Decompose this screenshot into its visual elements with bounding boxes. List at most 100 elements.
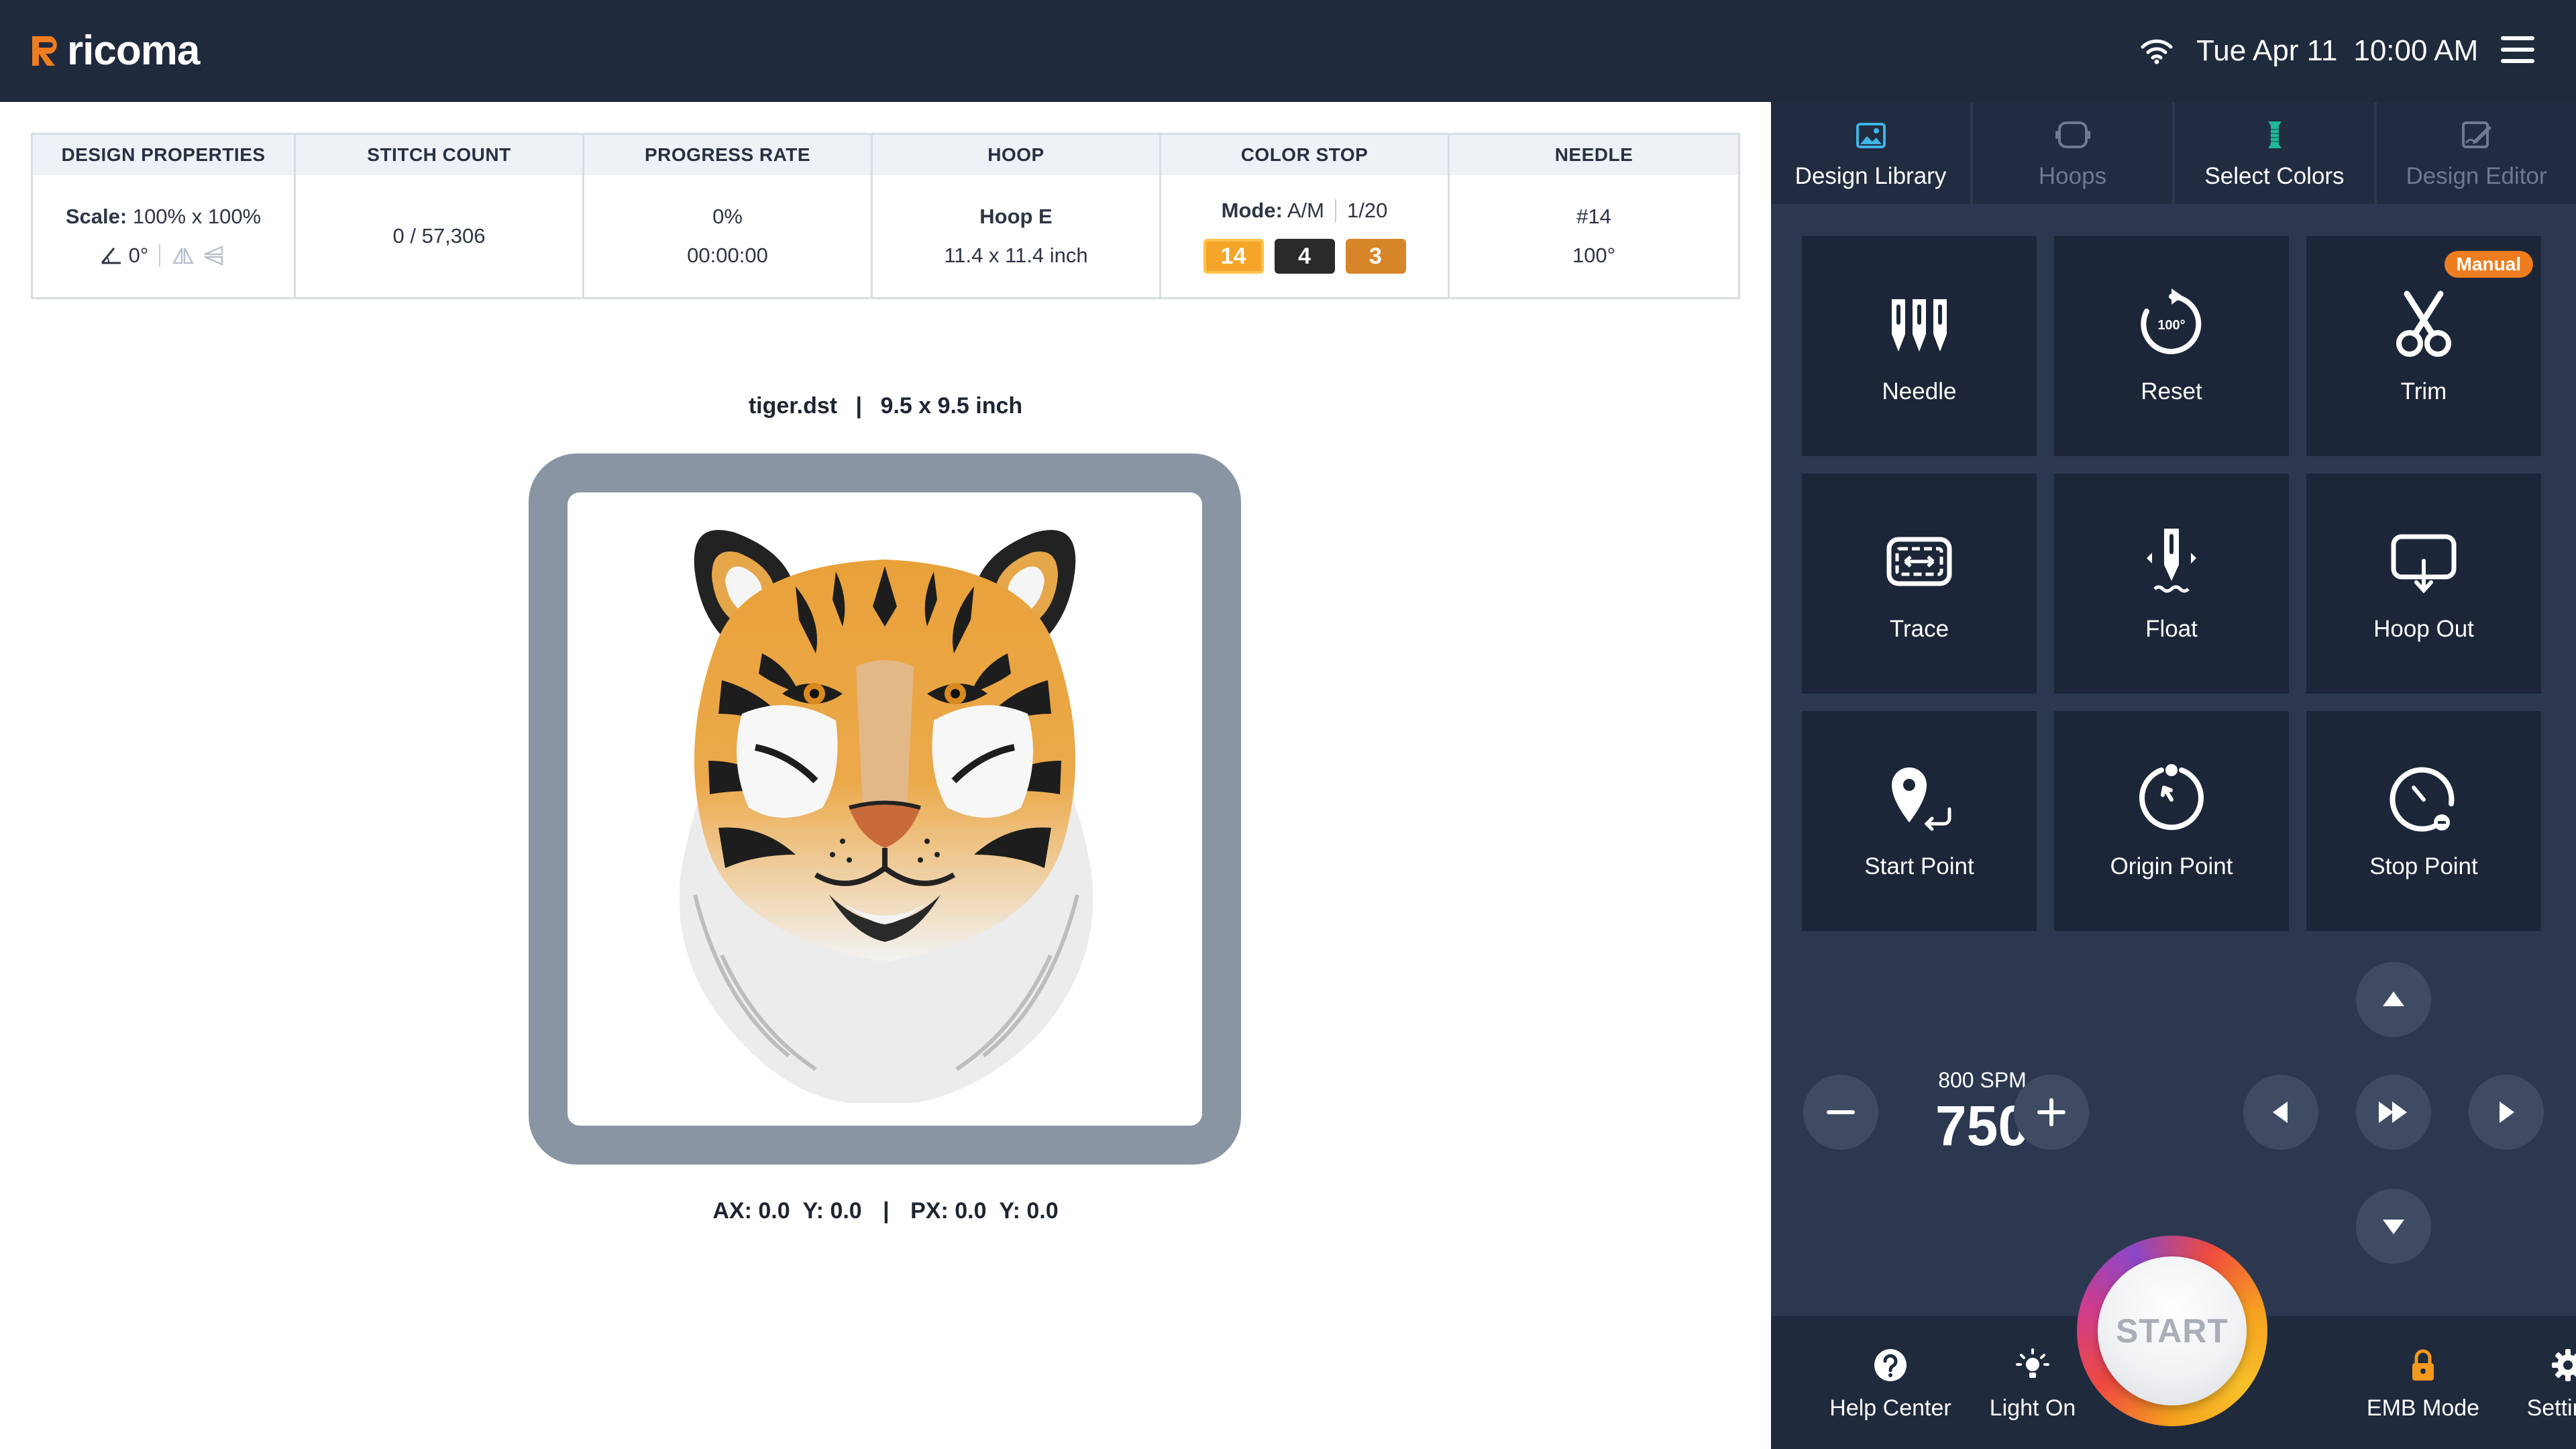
tab-select-colors[interactable]: Select Colors bbox=[2175, 102, 2377, 204]
rotation-readout: 0° bbox=[101, 244, 227, 268]
color-chip[interactable]: 4 bbox=[1274, 239, 1335, 274]
design-canvas[interactable] bbox=[568, 492, 1202, 1126]
mode-value: A/M bbox=[1287, 199, 1324, 222]
stitch-count-value: 0 / 57,306 bbox=[392, 224, 486, 248]
rotation-value: 0° bbox=[128, 244, 149, 267]
tile-label: Stop Point bbox=[2369, 853, 2478, 879]
speed-decrease-button[interactable] bbox=[1803, 1075, 1878, 1150]
trim-button[interactable]: Manual Trim bbox=[2306, 236, 2541, 456]
start-button-ring: START bbox=[2077, 1236, 2267, 1426]
brand-name: ricoma bbox=[67, 28, 200, 74]
ay-value: Y: 0.0 bbox=[802, 1198, 862, 1224]
hoop-name: Hoop E bbox=[979, 205, 1053, 228]
progress-rate-header: PROGRESS RATE bbox=[584, 135, 871, 175]
arrow-down-icon bbox=[2383, 1220, 2404, 1234]
settings-button[interactable]: Settings bbox=[2501, 1347, 2576, 1421]
stop-point-icon bbox=[2390, 767, 2455, 832]
float-button[interactable]: Float bbox=[2054, 474, 2289, 694]
gear-icon bbox=[2552, 1349, 2576, 1381]
tile-label: Origin Point bbox=[2110, 853, 2233, 879]
bottom-label: Settings bbox=[2526, 1395, 2576, 1421]
scale-readout: Scale: 100% x 100% bbox=[66, 205, 261, 229]
angle-icon bbox=[101, 248, 121, 264]
color-stop-mode: Mode: A/M 1/20 bbox=[1221, 199, 1387, 223]
tab-label: Select Colors bbox=[2204, 163, 2345, 189]
hoop-frame bbox=[529, 453, 1241, 1165]
hamburger-menu-icon[interactable] bbox=[2501, 35, 2534, 64]
color-chip[interactable]: 14 bbox=[1203, 239, 1264, 274]
py-value: Y: 0.0 bbox=[999, 1198, 1059, 1224]
lock-icon bbox=[2412, 1349, 2434, 1381]
plus-icon bbox=[2037, 1098, 2065, 1126]
ricoma-logo-mark-icon bbox=[32, 36, 57, 66]
color-chip[interactable]: 3 bbox=[1345, 239, 1406, 274]
fast-forward-button[interactable] bbox=[2356, 1075, 2431, 1150]
move-down-button[interactable] bbox=[2356, 1189, 2431, 1264]
divider: | bbox=[883, 1198, 890, 1224]
arrow-right-icon bbox=[2500, 1102, 2514, 1123]
start-point-button[interactable]: Start Point bbox=[1802, 711, 2037, 931]
start-button[interactable]: START bbox=[2098, 1256, 2247, 1405]
origin-point-icon bbox=[2139, 764, 2204, 830]
time-text: 10:00 AM bbox=[2353, 34, 2479, 67]
tab-design-library[interactable]: Design Library bbox=[1771, 102, 1973, 204]
hoop-icon bbox=[2055, 121, 2090, 148]
move-right-button[interactable] bbox=[2469, 1075, 2544, 1150]
needle-number: #14 bbox=[1576, 205, 1611, 228]
bottom-label: EMB Mode bbox=[2366, 1395, 2480, 1421]
mode-label: Mode: bbox=[1221, 199, 1283, 222]
progress-elapsed-time: 00:00:00 bbox=[687, 244, 768, 267]
bottom-label: Help Center bbox=[1829, 1395, 1951, 1421]
scissors-icon bbox=[2396, 290, 2451, 357]
reset-button[interactable]: 100° Reset bbox=[2054, 236, 2289, 456]
needle-angle: 100° bbox=[1572, 244, 1616, 267]
manual-badge: Manual bbox=[2444, 251, 2533, 278]
help-center-button[interactable]: Help Center bbox=[1823, 1347, 1957, 1421]
color-chips: 14 4 3 bbox=[1203, 239, 1406, 274]
tab-label: Design Library bbox=[1794, 163, 1947, 189]
move-left-button[interactable] bbox=[2243, 1075, 2318, 1150]
date-text: Tue Apr 11 bbox=[2196, 34, 2338, 67]
mirror-vertical-icon[interactable] bbox=[202, 246, 226, 266]
needle-button[interactable]: Needle bbox=[1802, 236, 2037, 456]
edit-design-icon bbox=[2461, 121, 2491, 148]
design-size: 9.5 x 9.5 inch bbox=[880, 393, 1023, 419]
coordinates-readout: AX: 0.0 Y: 0.0 | PX: 0.0 Y: 0.0 bbox=[671, 1198, 1100, 1224]
tiger-design-preview bbox=[679, 530, 1093, 1103]
progress-percent: 0% bbox=[712, 205, 743, 228]
thread-spool-icon bbox=[2267, 121, 2282, 148]
speed-increase-button[interactable] bbox=[2014, 1075, 2089, 1150]
scale-value: 100% x 100% bbox=[132, 205, 262, 228]
fast-forward-icon bbox=[2379, 1102, 2407, 1123]
hoop-size: 11.4 x 11.4 inch bbox=[944, 244, 1088, 267]
machine-info-table: DESIGN PROPERTIES Scale: 100% x 100% 0° … bbox=[31, 133, 1740, 299]
date-time: Tue Apr 11 10:00 AM bbox=[2196, 31, 2478, 71]
design-properties-column: DESIGN PROPERTIES Scale: 100% x 100% 0° bbox=[33, 135, 296, 297]
hoop-header: HOOP bbox=[873, 135, 1159, 175]
bottom-label: Light On bbox=[1989, 1395, 2076, 1421]
hoop-out-button[interactable]: Hoop Out bbox=[2306, 474, 2541, 694]
light-on-button[interactable]: Light On bbox=[1966, 1347, 2100, 1421]
emb-mode-button[interactable]: EMB Mode bbox=[2356, 1347, 2490, 1421]
move-up-button[interactable] bbox=[2356, 962, 2431, 1037]
tile-label: Hoop Out bbox=[2373, 616, 2474, 642]
color-stop-header: COLOR STOP bbox=[1161, 135, 1448, 175]
stitch-count-header: STITCH COUNT bbox=[296, 135, 582, 175]
origin-point-button[interactable]: Origin Point bbox=[2054, 711, 2289, 931]
tab-label: Design Editor bbox=[2406, 163, 2547, 189]
mirror-horizontal-icon[interactable] bbox=[171, 246, 195, 266]
design-file-name: tiger.dst bbox=[748, 393, 838, 419]
panel-tabs: Design Library Hoops Select Colors Desig… bbox=[1771, 102, 2576, 204]
arrow-up-icon bbox=[2383, 991, 2404, 1006]
tile-label: Trim bbox=[2400, 378, 2447, 405]
reset-angle-text: 100° bbox=[2157, 318, 2185, 333]
color-stop-column: COLOR STOP Mode: A/M 1/20 14 4 3 bbox=[1161, 135, 1450, 297]
start-point-icon bbox=[1892, 767, 1951, 831]
divider bbox=[1334, 199, 1336, 222]
stop-point-button[interactable]: Stop Point bbox=[2306, 711, 2541, 931]
tab-design-editor[interactable]: Design Editor bbox=[2377, 102, 2576, 204]
tab-hoops[interactable]: Hoops bbox=[1973, 102, 2175, 204]
stitch-count-column: STITCH COUNT 0 / 57,306 bbox=[296, 135, 584, 297]
trace-icon bbox=[1886, 537, 1952, 586]
trace-button[interactable]: Trace bbox=[1802, 474, 2037, 694]
